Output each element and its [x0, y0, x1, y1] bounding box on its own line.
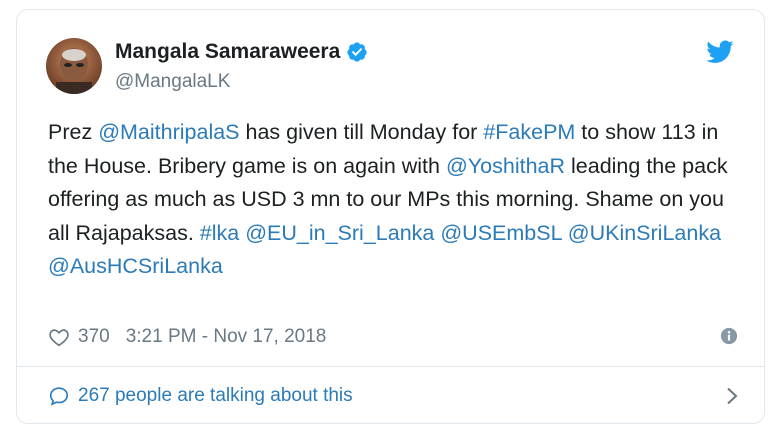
mention-link[interactable]: @USEmbSL — [440, 221, 561, 245]
divider — [17, 366, 764, 367]
like-count[interactable]: 370 — [78, 326, 110, 348]
mention-link[interactable]: @MaithripalaS — [98, 120, 239, 144]
hashtag-link[interactable]: #lka — [200, 221, 239, 245]
tweet-card: Mangala Samaraweera @MangalaLK Prez @Mai… — [16, 9, 765, 424]
mention-link[interactable]: @EU_in_Sri_Lanka — [245, 221, 434, 245]
heart-icon[interactable] — [48, 326, 70, 348]
conversation-label[interactable]: 267 people are talking about this — [78, 385, 353, 407]
conversation-link[interactable]: 267 people are talking about this — [48, 382, 738, 410]
tweet-meta: 370 3:21 PM - Nov 17, 2018 — [48, 323, 738, 351]
mention-link[interactable]: @YoshithaR — [446, 154, 565, 178]
tweet-text-segment: Prez — [48, 120, 99, 144]
author-name-row[interactable]: Mangala Samaraweera — [115, 40, 368, 64]
info-icon[interactable] — [720, 327, 738, 345]
author-handle[interactable]: @MangalaLK — [115, 71, 230, 93]
avatar-image — [46, 38, 102, 94]
hashtag-link[interactable]: #FakePM — [483, 120, 575, 144]
timestamp[interactable]: 3:21 PM - Nov 17, 2018 — [126, 326, 327, 348]
mention-link[interactable]: @AusHCSriLanka — [48, 254, 223, 278]
verified-badge-icon — [347, 42, 367, 62]
speech-bubble-icon — [49, 387, 69, 406]
author-name[interactable]: Mangala Samaraweera — [115, 40, 340, 64]
tweet-text-segment: has given till Monday for — [239, 120, 484, 144]
mention-link[interactable]: @UKinSriLanka — [568, 221, 721, 245]
chevron-right-icon[interactable] — [726, 387, 738, 405]
twitter-bird-icon[interactable] — [706, 40, 734, 64]
avatar[interactable] — [46, 38, 102, 94]
tweet-text: Prez @MaithripalaS has given till Monday… — [48, 116, 748, 284]
